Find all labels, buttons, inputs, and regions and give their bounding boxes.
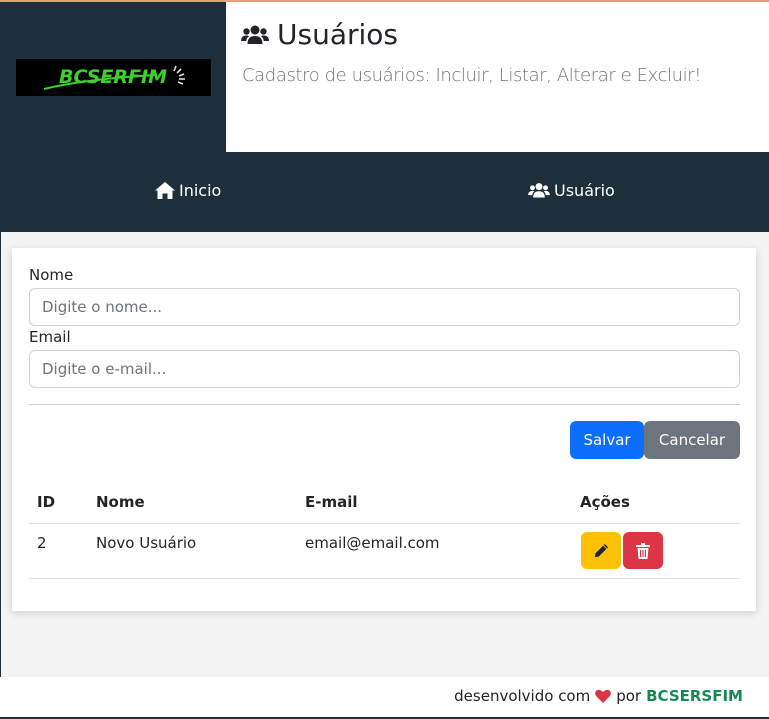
page-title: Usuários xyxy=(241,18,398,51)
home-icon xyxy=(155,182,175,199)
logo-area: BCSERFIM xyxy=(0,2,226,152)
footer: desenvolvido com por BCSERSFIM xyxy=(0,677,769,719)
column-header-email: E-mail xyxy=(305,493,358,511)
name-input[interactable] xyxy=(29,288,740,326)
heart-icon xyxy=(595,689,612,703)
save-button[interactable]: Salvar xyxy=(570,421,644,459)
nav-item-label: Inicio xyxy=(179,181,222,200)
footer-credit: desenvolvido com por BCSERSFIM xyxy=(454,687,743,705)
page-title-text: Usuários xyxy=(277,18,398,51)
users-icon xyxy=(528,183,550,198)
form-divider xyxy=(29,404,740,405)
page-header: Usuários Cadastro de usuários: Incluir, … xyxy=(226,2,769,152)
pencil-icon xyxy=(594,543,608,558)
nav-item-usuario[interactable]: Usuário xyxy=(528,181,615,200)
edit-button[interactable] xyxy=(581,532,621,569)
cancel-button[interactable]: Cancelar xyxy=(644,421,740,459)
footer-brand[interactable]: BCSERSFIM xyxy=(646,687,743,705)
main-nav: Inicio Usuário xyxy=(0,152,769,232)
column-header-id: ID xyxy=(37,493,56,511)
email-input[interactable] xyxy=(29,350,740,388)
footer-prefix: desenvolvido com xyxy=(454,687,591,705)
nav-item-label: Usuário xyxy=(554,181,615,200)
logo: BCSERFIM xyxy=(16,59,211,96)
delete-button[interactable] xyxy=(623,532,663,569)
column-header-nome: Nome xyxy=(96,493,145,511)
page-subtitle: Cadastro de usuários: Incluir, Listar, A… xyxy=(242,65,702,86)
users-icon xyxy=(241,25,269,44)
page-border xyxy=(0,232,1,677)
nav-item-inicio[interactable]: Inicio xyxy=(155,181,221,200)
header-divider xyxy=(29,523,740,524)
cell-name: Novo Usuário xyxy=(96,534,197,552)
email-label: Email xyxy=(29,328,71,346)
footer-middle: por xyxy=(616,687,642,705)
cell-id: 2 xyxy=(37,534,47,552)
column-header-acoes: Ações xyxy=(580,493,630,511)
user-form-card: Nome Email Salvar Cancelar ID Nome E-mai… xyxy=(12,248,756,611)
row-divider xyxy=(29,578,740,579)
svg-text:BCSERFIM: BCSERFIM xyxy=(59,66,167,88)
name-label: Nome xyxy=(29,266,74,284)
cell-email: email@email.com xyxy=(305,534,440,552)
trash-icon xyxy=(636,542,650,559)
